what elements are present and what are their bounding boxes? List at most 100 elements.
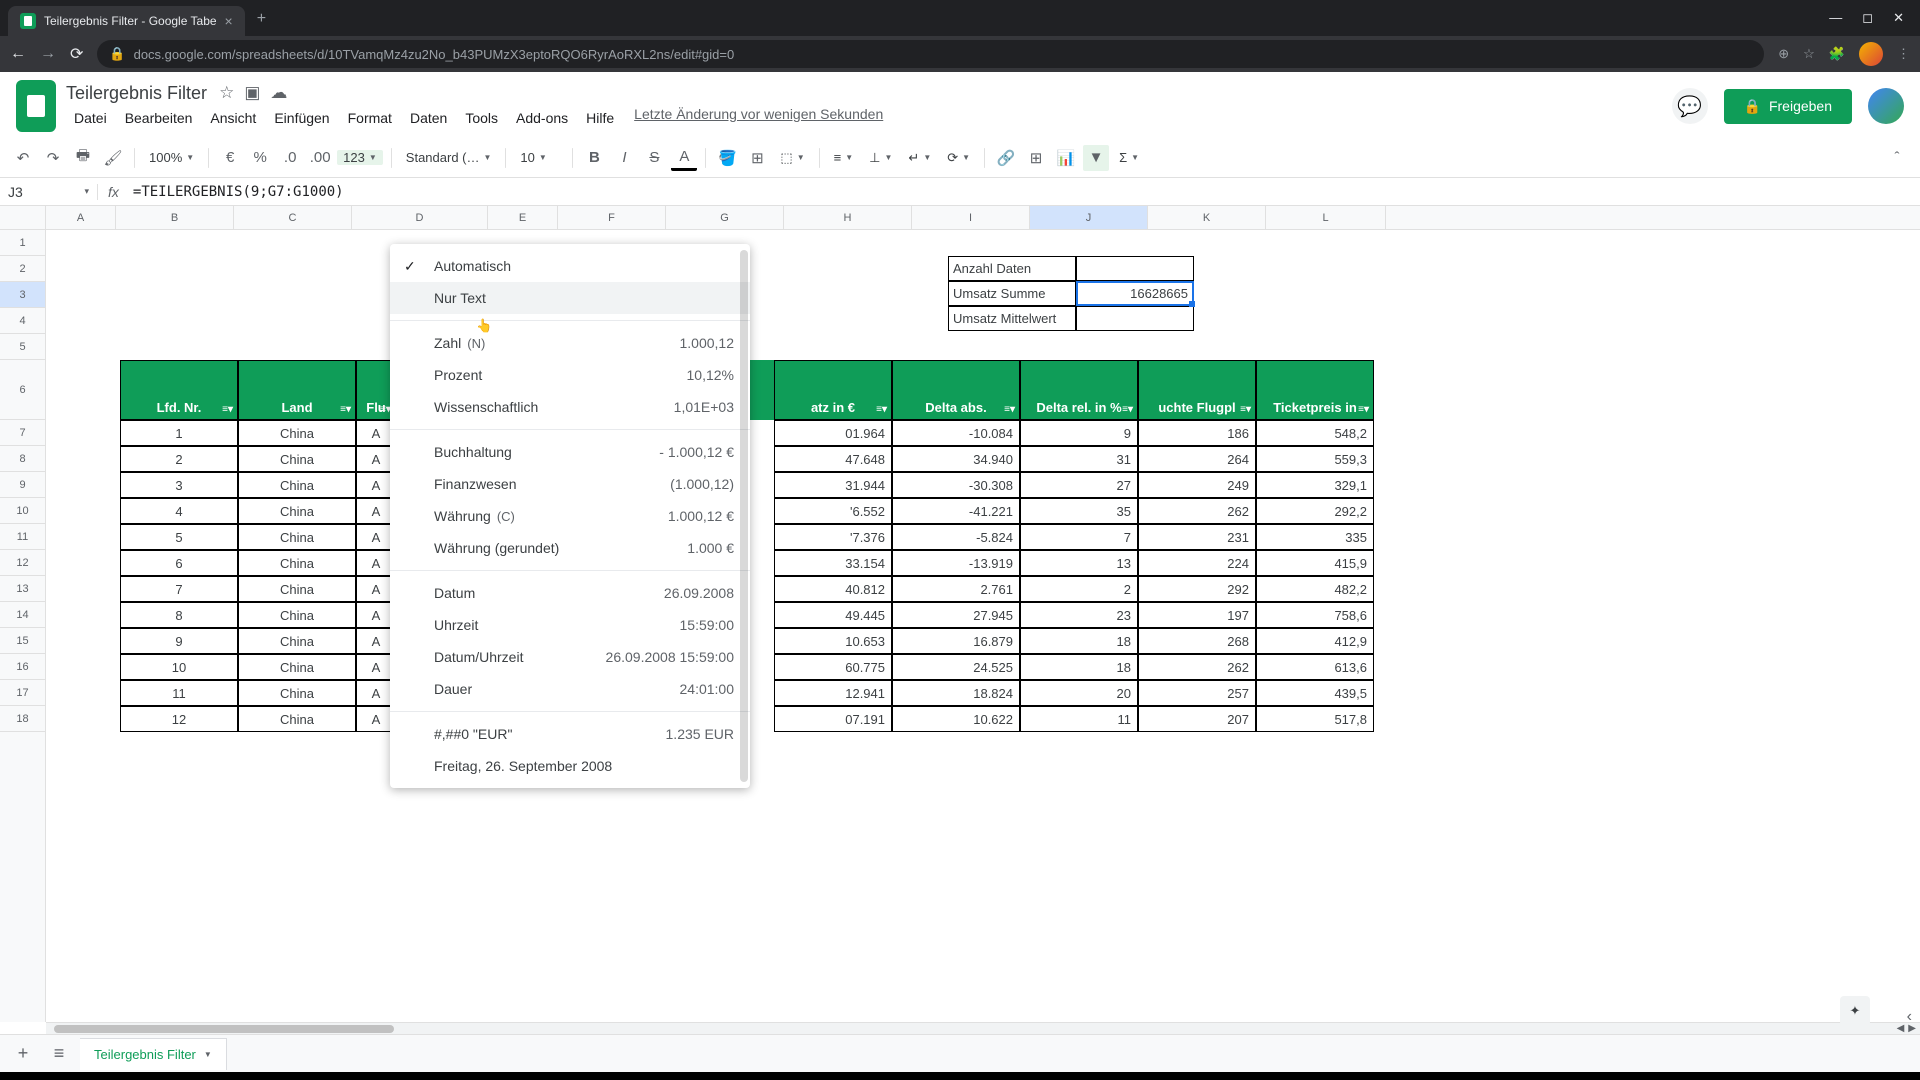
table-cell[interactable]: -13.919 [892,550,1020,576]
table-cell[interactable]: 12 [120,706,238,732]
table-cell[interactable]: 559,3 [1256,446,1374,472]
forward-button[interactable]: → [40,45,56,63]
percent-button[interactable]: % [247,145,273,171]
table-cell[interactable]: 329,1 [1256,472,1374,498]
column-header[interactable]: J [1030,206,1148,229]
undo-button[interactable]: ↶ [10,145,36,171]
format-menu-item[interactable]: Buchhaltung- 1.000,12 € [390,436,750,468]
account-avatar[interactable] [1868,88,1904,124]
menu-daten[interactable]: Daten [402,106,455,130]
table-cell[interactable]: 9 [1020,420,1138,446]
format-menu-item[interactable]: ✓Automatisch [390,250,750,282]
table-cell[interactable]: 224 [1138,550,1256,576]
row-header[interactable]: 4 [0,308,45,334]
browser-tab[interactable]: Teilergebnis Filter - Google Tabe × [8,6,245,36]
table-cell[interactable]: China [238,602,356,628]
column-header[interactable]: A [46,206,116,229]
format-menu-item[interactable]: Währung (gerundet)1.000 € [390,532,750,564]
add-sheet-button[interactable]: + [8,1039,38,1069]
table-cell[interactable]: 18 [1020,654,1138,680]
table-cell[interactable]: 4 [120,498,238,524]
menu-datei[interactable]: Datei [66,106,115,130]
table-header-cell[interactable]: Lfd. Nr.≡▾ [120,360,238,420]
document-title[interactable]: Teilergebnis Filter [66,83,207,104]
table-cell[interactable]: 758,6 [1256,602,1374,628]
table-cell[interactable]: 60.775 [774,654,892,680]
column-header[interactable]: H [784,206,912,229]
table-cell[interactable]: 1 [120,420,238,446]
table-cell[interactable]: 517,8 [1256,706,1374,732]
extensions-icon[interactable]: 🧩 [1829,46,1845,62]
column-header[interactable]: I [912,206,1030,229]
profile-avatar[interactable] [1859,42,1883,66]
row-header[interactable]: 15 [0,628,45,654]
row-header[interactable]: 16 [0,654,45,680]
paint-format-button[interactable]: 🖌 [100,145,126,171]
maximize-icon[interactable]: ◻ [1862,10,1873,26]
currency-button[interactable]: € [217,145,243,171]
format-menu-item[interactable]: Nur Text [390,282,750,314]
row-header[interactable]: 18 [0,706,45,732]
decrease-decimal-button[interactable]: .0 [277,145,303,171]
table-cell[interactable]: China [238,550,356,576]
table-cell[interactable]: 27 [1020,472,1138,498]
table-cell[interactable]: 482,2 [1256,576,1374,602]
strikethrough-button[interactable]: S [641,145,667,171]
table-cell[interactable]: 415,9 [1256,550,1374,576]
reload-button[interactable]: ⟳ [70,44,83,64]
chart-button[interactable]: 📊 [1053,145,1079,171]
move-icon[interactable]: ▣ [244,83,260,103]
format-menu-item[interactable]: Zahl(N)1.000,12 [390,327,750,359]
format-menu-item[interactable]: Uhrzeit15:59:00 [390,609,750,641]
menu-icon[interactable]: ⋮ [1897,46,1910,62]
row-header[interactable]: 1 [0,230,45,256]
summary-label[interactable]: Anzahl Daten [948,256,1076,281]
table-cell[interactable]: 20 [1020,680,1138,706]
borders-button[interactable]: ⊞ [744,145,770,171]
table-cell[interactable]: 3 [120,472,238,498]
table-cell[interactable]: 35 [1020,498,1138,524]
row-header[interactable]: 11 [0,524,45,550]
horizontal-scrollbar[interactable]: ◀▶ [46,1022,1920,1034]
format-menu-item[interactable]: Wissenschaftlich1,01E+03 [390,391,750,423]
formula-input[interactable]: =TEILERGEBNIS(9;G7:G1000) [129,184,1920,200]
zoom-dropdown[interactable]: 100%▼ [143,150,200,165]
table-cell[interactable]: 292 [1138,576,1256,602]
row-header[interactable]: 10 [0,498,45,524]
table-cell[interactable]: 10.653 [774,628,892,654]
table-cell[interactable]: 13 [1020,550,1138,576]
side-panel-toggle[interactable]: ‹ [1907,1008,1912,1026]
column-header[interactable]: B [116,206,234,229]
wrap-button[interactable]: ↵▼ [902,150,937,166]
table-cell[interactable]: 18 [1020,628,1138,654]
select-all-corner[interactable] [0,206,45,230]
sheets-logo[interactable] [16,80,56,132]
table-cell[interactable]: 5 [120,524,238,550]
table-cell[interactable]: 10 [120,654,238,680]
functions-button[interactable]: Σ▼ [1113,150,1145,165]
back-button[interactable]: ← [10,45,26,63]
table-cell[interactable]: 01.964 [774,420,892,446]
table-cell[interactable]: China [238,706,356,732]
table-cell[interactable]: 439,5 [1256,680,1374,706]
column-header[interactable]: G [666,206,784,229]
sheet-tab-active[interactable]: Teilergebnis Filter▼ [80,1038,227,1070]
italic-button[interactable]: I [611,145,637,171]
tab-close-icon[interactable]: × [225,13,233,29]
table-cell[interactable]: 12.941 [774,680,892,706]
table-cell[interactable]: 47.648 [774,446,892,472]
table-cell[interactable]: 23 [1020,602,1138,628]
row-header[interactable]: 5 [0,334,45,360]
table-cell[interactable]: China [238,472,356,498]
row-header[interactable]: 6 [0,360,45,420]
table-cell[interactable]: China [238,680,356,706]
table-cell[interactable]: China [238,524,356,550]
row-header[interactable]: 8 [0,446,45,472]
close-window-icon[interactable]: ✕ [1893,10,1904,26]
format-menu-item[interactable]: Datum/Uhrzeit26.09.2008 15:59:00 [390,641,750,673]
column-header[interactable]: K [1148,206,1266,229]
table-cell[interactable]: '7.376 [774,524,892,550]
summary-value[interactable] [1076,256,1194,281]
column-header[interactable]: D [352,206,488,229]
table-cell[interactable]: 335 [1256,524,1374,550]
